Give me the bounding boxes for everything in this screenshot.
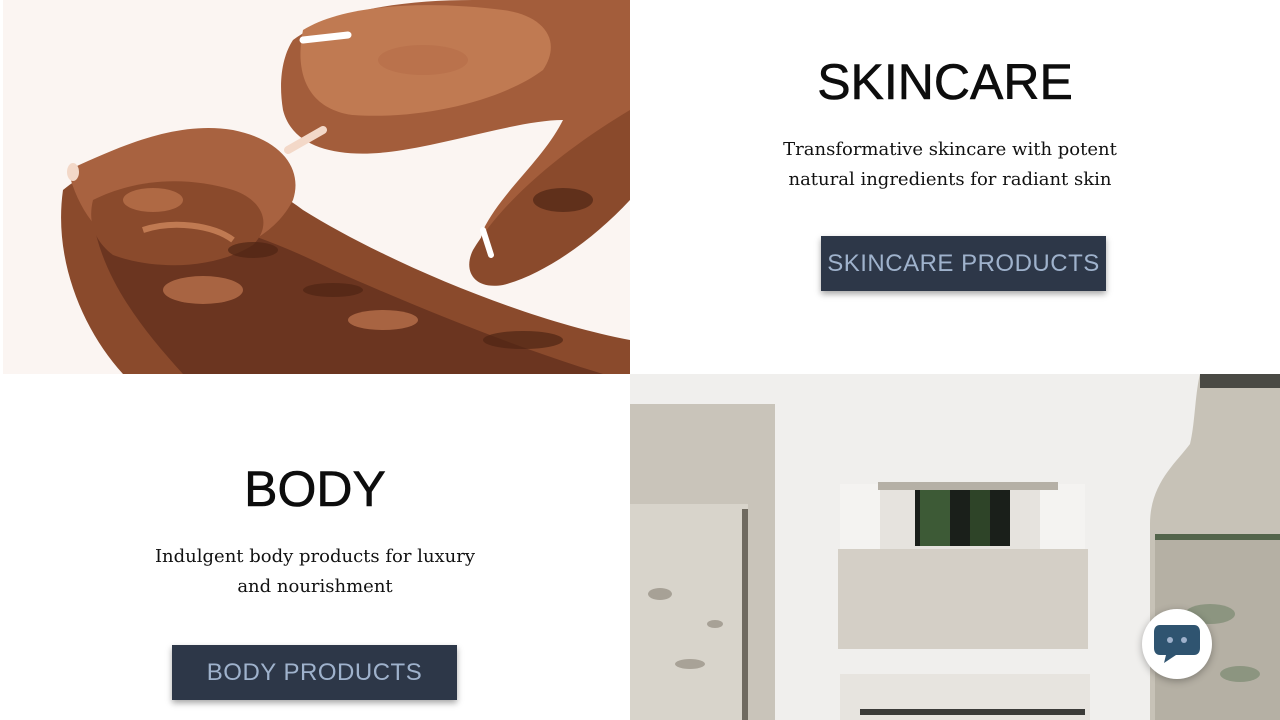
skincare-title: SKINCARE (817, 54, 1073, 111)
skincare-image (3, 0, 630, 374)
skincare-description: Transformative skincare with potent natu… (783, 139, 1117, 190)
body-description: Indulgent body products for luxury and n… (154, 546, 476, 597)
body-section: BODY Indulgent body products for luxury … (0, 374, 630, 720)
chat-button[interactable] (1142, 609, 1212, 679)
body-title: BODY (244, 461, 386, 518)
skincare-section: SKINCARE Transformative skincare with po… (630, 0, 1280, 374)
body-products-button[interactable]: BODY PRODUCTS (172, 645, 457, 700)
chat-bubble-icon (1154, 625, 1200, 663)
skincare-products-button[interactable]: SKINCARE PRODUCTS (821, 236, 1106, 291)
hands-illustration (3, 0, 630, 374)
